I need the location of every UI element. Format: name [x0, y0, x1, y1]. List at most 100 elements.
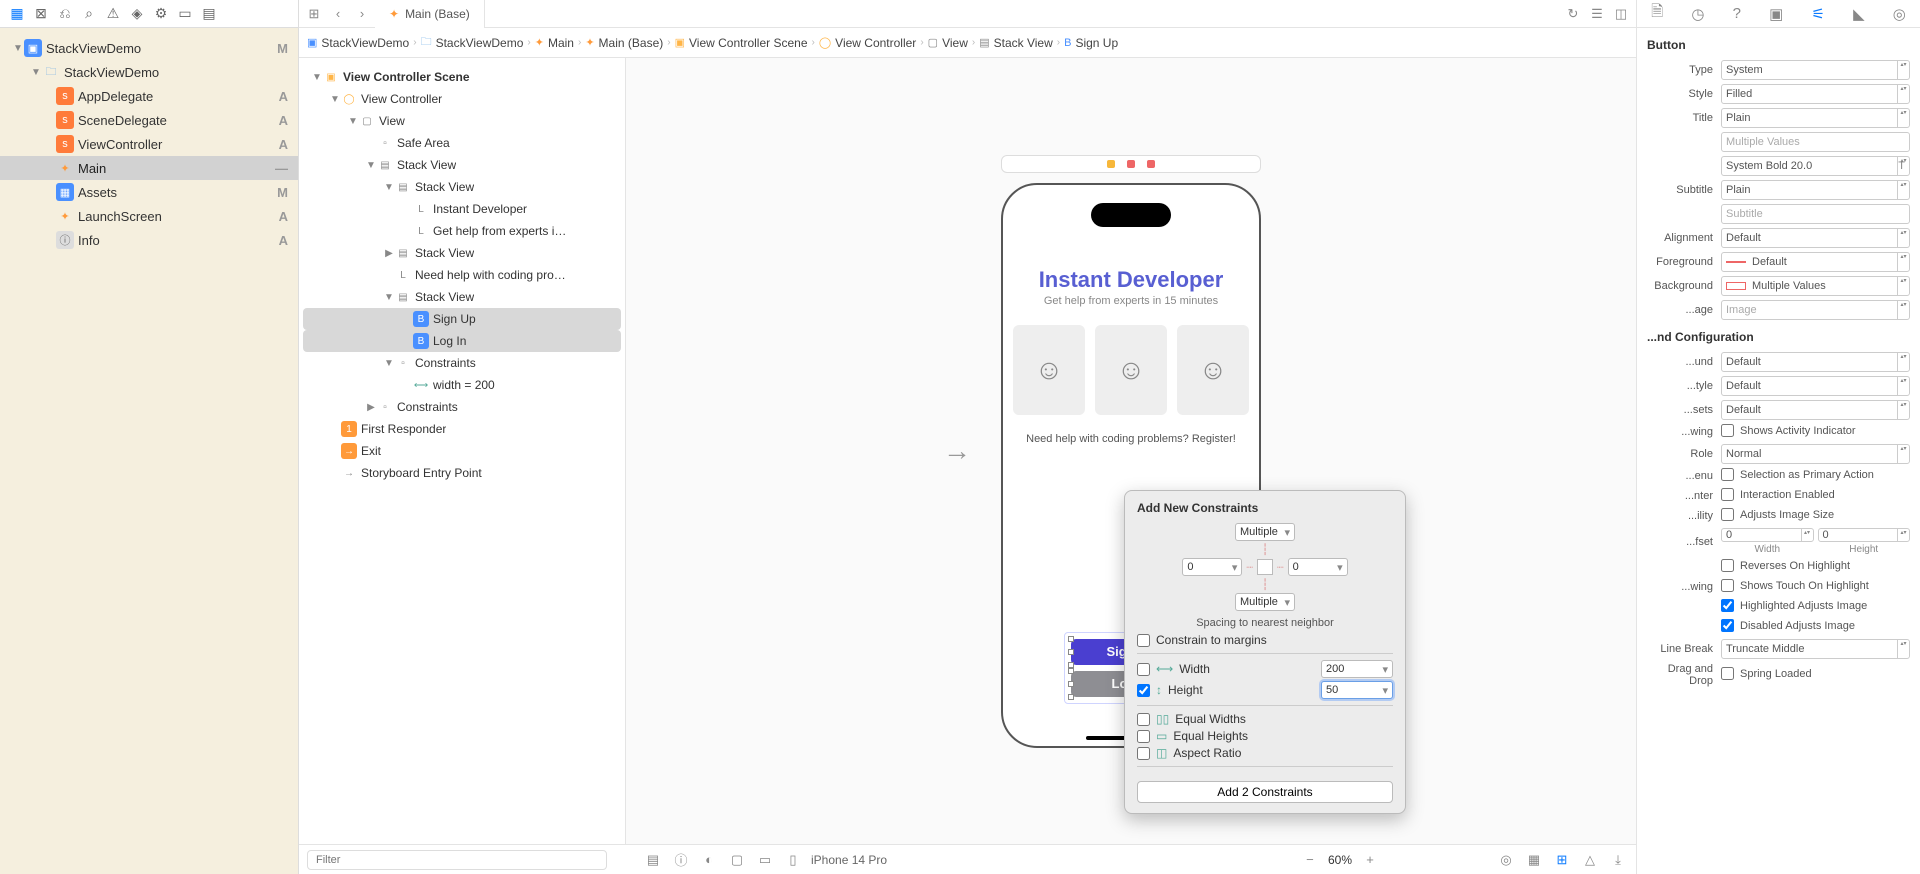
device-icon[interactable]: ▢ — [727, 852, 747, 868]
inspector-body[interactable]: Button TypeSystem▴▾ StyleFilled▴▾ TitleP… — [1637, 28, 1920, 874]
foreground-select[interactable]: Default▴▾ — [1721, 252, 1910, 272]
image-select[interactable]: Image▴▾ — [1721, 300, 1910, 320]
highlighted-adj-checkbox[interactable] — [1721, 599, 1734, 612]
info-icon[interactable]: ⓘ — [671, 850, 691, 869]
connections-inspector-icon[interactable]: ◎ — [1893, 5, 1906, 23]
outline-item[interactable]: →Storyboard Entry Point — [303, 462, 621, 484]
resolve-icon[interactable]: △ — [1580, 852, 1600, 868]
breadcrumb-item[interactable]: ▣View Controller Scene — [675, 36, 808, 50]
git-icon[interactable]: ⎌ — [54, 4, 76, 24]
outline-item[interactable]: LGet help from experts i… — [303, 220, 621, 242]
outline-item[interactable]: ▫Safe Area — [303, 132, 621, 154]
style-select[interactable]: Filled▴▾ — [1721, 84, 1910, 104]
add-constraints-button[interactable]: Add 2 Constraints — [1137, 781, 1393, 803]
warning-icon[interactable]: ⚠ — [102, 4, 124, 24]
landscape-icon[interactable]: ▭ — [755, 852, 775, 868]
title-text-input[interactable]: Multiple Values — [1721, 132, 1910, 152]
margins-checkbox[interactable] — [1137, 634, 1150, 647]
history-inspector-icon[interactable]: ◷ — [1691, 5, 1704, 23]
bottom-spacing[interactable]: Multiple▾ — [1235, 593, 1295, 611]
width-checkbox[interactable] — [1137, 663, 1150, 676]
breadcrumb-item[interactable]: BSign Up — [1064, 36, 1118, 50]
attributes-inspector-icon[interactable]: ⚟ — [1811, 5, 1824, 23]
refresh-icon[interactable]: ↻ — [1562, 4, 1584, 24]
round-select[interactable]: Default▴▾ — [1721, 352, 1910, 372]
rect-icon[interactable]: ▭ — [174, 4, 196, 24]
equal-heights-checkbox[interactable] — [1137, 730, 1150, 743]
editor-tab[interactable]: ✦ Main (Base) — [375, 0, 485, 28]
disabled-adj-checkbox[interactable] — [1721, 619, 1734, 632]
filter-input[interactable] — [307, 850, 607, 870]
outline-item[interactable]: ▼▤Stack View — [303, 176, 621, 198]
align-icon[interactable]: ▦ — [1524, 852, 1544, 868]
outline-item[interactable]: ▼◯View Controller — [303, 88, 621, 110]
breadcrumb-item[interactable]: ◯View Controller — [819, 36, 916, 50]
left-spacing[interactable]: 0▾ — [1182, 558, 1242, 576]
project-group[interactable]: ▼ 🗀 StackViewDemo — [0, 60, 298, 84]
height-input[interactable]: 50▾ — [1321, 681, 1393, 699]
project-file[interactable]: ▦AssetsM — [0, 180, 298, 204]
background-select[interactable]: Multiple Values▴▾ — [1721, 276, 1910, 296]
sets-select[interactable]: Default▴▾ — [1721, 400, 1910, 420]
project-file[interactable]: sSceneDelegateA — [0, 108, 298, 132]
outline-item[interactable]: BLog In — [303, 330, 621, 352]
zoom-in-icon[interactable]: + — [1360, 852, 1380, 867]
outline-item[interactable]: ▼▤Stack View — [303, 154, 621, 176]
download-icon[interactable]: ⤓ — [1608, 852, 1628, 868]
document-outline[interactable]: ▼▣View Controller Scene▼◯View Controller… — [299, 58, 626, 844]
adjusts-image-checkbox[interactable] — [1721, 508, 1734, 521]
interaction-checkbox[interactable] — [1721, 488, 1734, 501]
outline-item[interactable]: ▶▤Stack View — [303, 242, 621, 264]
outline-item[interactable]: LNeed help with coding pro… — [303, 264, 621, 286]
outline-item[interactable]: BSign Up — [303, 308, 621, 330]
size-inspector-icon[interactable]: ◣ — [1853, 5, 1865, 23]
add-constraints-popover[interactable]: Add New Constraints Multiple▾ ┆ 0▾ ┈ ┈ 0… — [1124, 490, 1406, 814]
height-checkbox[interactable] — [1137, 684, 1150, 697]
tag-icon[interactable]: ◈ — [126, 4, 148, 24]
breadcrumb-item[interactable]: ✦Main — [535, 36, 574, 50]
project-file[interactable]: ✦LaunchScreenA — [0, 204, 298, 228]
file-inspector-icon[interactable]: 🗎 — [1651, 1, 1663, 26]
reverses-checkbox[interactable] — [1721, 559, 1734, 572]
list-icon[interactable]: ☰ — [1586, 4, 1608, 24]
x-square-icon[interactable]: ⊠ — [30, 4, 52, 24]
primary-action-checkbox[interactable] — [1721, 468, 1734, 481]
outline-item[interactable]: LInstant Developer — [303, 198, 621, 220]
outline-item[interactable]: →Exit — [303, 440, 621, 462]
project-file[interactable]: ✦Main— — [0, 156, 298, 180]
width-input[interactable]: 200▾ — [1321, 660, 1393, 678]
project-navigator[interactable]: ▼ ▣ StackViewDemo M ▼ 🗀 StackViewDemo sA… — [0, 28, 298, 874]
subtitle-select[interactable]: Plain▴▾ — [1721, 180, 1910, 200]
grid-icon[interactable]: ⊞ — [303, 4, 325, 24]
outline-item[interactable]: ▶▫Constraints — [303, 396, 621, 418]
folder-icon[interactable]: ▦ — [6, 4, 28, 24]
breadcrumb-item[interactable]: ▤Stack View — [979, 36, 1053, 50]
aspect-ratio-checkbox[interactable] — [1137, 747, 1150, 760]
offset-width-input[interactable]: 0▴▾ — [1721, 528, 1814, 542]
back-icon[interactable]: ‹ — [327, 4, 349, 24]
outline-item[interactable]: ⟷width = 200 — [303, 374, 621, 396]
debug-icon[interactable]: ⚙ — [150, 4, 172, 24]
outline-icon[interactable]: ▤ — [643, 852, 663, 868]
breadcrumb[interactable]: ▣StackViewDemo›🗀StackViewDemo›✦Main›✦Mai… — [299, 28, 1636, 58]
equal-widths-checkbox[interactable] — [1137, 713, 1150, 726]
outline-item[interactable]: ▼▤Stack View — [303, 286, 621, 308]
project-file[interactable]: sViewControllerA — [0, 132, 298, 156]
project-root[interactable]: ▼ ▣ StackViewDemo M — [0, 36, 298, 60]
style2-select[interactable]: Default▴▾ — [1721, 376, 1910, 396]
subtitle-text-input[interactable]: Subtitle — [1721, 204, 1910, 224]
pin-icon[interactable]: ⊞ — [1552, 852, 1572, 868]
project-file[interactable]: sAppDelegateA — [0, 84, 298, 108]
outline-item[interactable]: ▼▣View Controller Scene — [303, 66, 621, 88]
offset-height-input[interactable]: 0▴▾ — [1818, 528, 1911, 542]
embed-icon[interactable]: ◎ — [1496, 852, 1516, 868]
title-select[interactable]: Plain▴▾ — [1721, 108, 1910, 128]
zoom-out-icon[interactable]: − — [1300, 852, 1320, 867]
shows-touch-checkbox[interactable] — [1721, 579, 1734, 592]
project-file[interactable]: ⓘInfoA — [0, 228, 298, 252]
role-select[interactable]: Normal▴▾ — [1721, 444, 1910, 464]
right-spacing[interactable]: 0▾ — [1288, 558, 1348, 576]
contrast-icon[interactable]: ◐ — [699, 852, 719, 867]
breadcrumb-item[interactable]: ✦Main (Base) — [585, 36, 663, 50]
book-icon[interactable]: ▤ — [198, 4, 220, 24]
